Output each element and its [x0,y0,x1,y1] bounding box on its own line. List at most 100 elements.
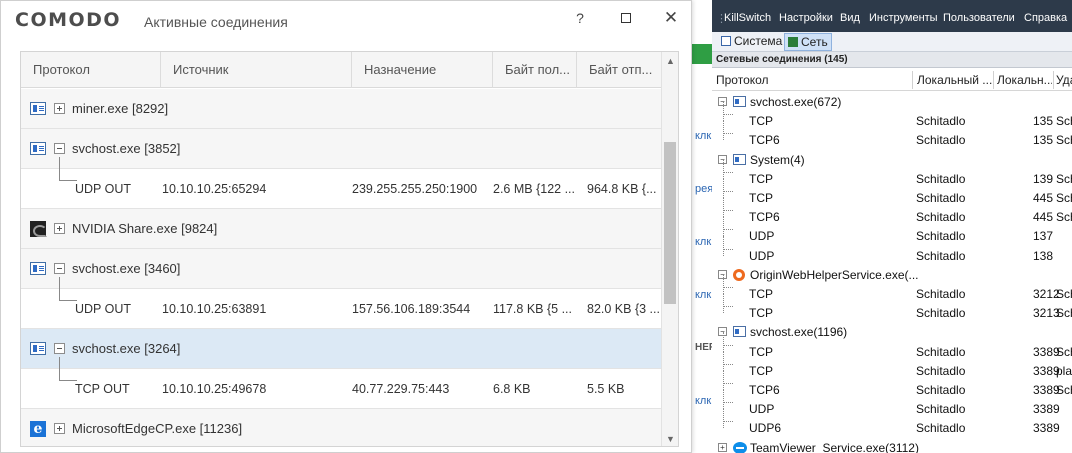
tree-item-row[interactable]: UDP Schitadlo 138 [712,235,1072,265]
col-destination[interactable]: Назначение [364,62,489,77]
expand-icon[interactable] [54,223,65,234]
tab-system[interactable]: Система [718,33,785,51]
tree-item-row[interactable]: TCPSchitadlo3213Sch [712,293,1072,322]
tree-item-row[interactable]: TCP Schitadlo 139Sch [712,158,1072,188]
tree-group-row[interactable]: − System(4) [712,150,1072,169]
collapse-icon[interactable] [54,143,65,154]
tree-line [723,389,724,410]
tree-item-row[interactable]: TCP Schitadlo 445Sch [712,178,1072,207]
col-divider[interactable] [1053,71,1054,89]
col-divider[interactable] [993,71,994,89]
tree-item-row[interactable]: TCP6 Schitadlo 445Sch [712,197,1072,226]
tree-item-row[interactable]: TCPSchitadlo3212Sch [712,274,1072,303]
tree-item-row[interactable]: UDP6 Schitadlo 3389 [712,408,1072,437]
col-source[interactable]: Источник [173,62,353,77]
close-button[interactable]: ✕ [658,7,684,29]
tree-item-row[interactable]: TCPSchitadlo3389Sch [712,331,1072,361]
menu-users[interactable]: Пользователи [943,12,1015,24]
expand-icon[interactable] [54,423,65,434]
tree-item-row[interactable]: TCP6 Schitadlo 135Sch [712,120,1072,149]
col-bytes-sent[interactable]: Байт отп... [589,62,659,77]
col-local-port[interactable]: Локальн... [997,73,1052,87]
protocol-cell: TCP [749,191,773,205]
tree-group-row[interactable]: − svchost.exe(1196) [712,322,1072,341]
col-local-host[interactable]: Локальный ... [917,73,992,87]
strip-link[interactable]: клк [695,236,713,248]
strip-link[interactable]: клк [695,289,713,301]
local-host-cell: Schitadlo [916,210,966,225]
local-host-cell: Schitadlo [916,421,966,436]
tree-line [723,344,733,346]
collapse-icon[interactable] [54,263,65,274]
source-cell: 10.10.10.25:65294 [162,182,267,196]
maximize-icon [621,13,631,23]
scroll-thumb[interactable] [664,142,676,304]
col-remote[interactable]: Уда [1056,73,1072,87]
col-divider[interactable] [351,52,352,88]
source-cell: 10.10.10.25:49678 [162,382,267,396]
tree-item-row[interactable]: UDP Schitadlo 137 [712,216,1072,245]
tree-line [723,114,733,116]
menu-settings[interactable]: Настройки [779,12,833,24]
tree-line [723,158,724,179]
tab-network[interactable]: Сеть [784,33,832,51]
tree-group-row[interactable]: − OriginWebHelperService.exe(... [712,265,1072,284]
strip-link[interactable]: рея [695,183,713,195]
col-divider[interactable] [576,52,577,88]
remote-cell: pla [1056,363,1072,378]
menu-tools[interactable]: Инструменты [869,12,938,24]
scroll-down-icon[interactable]: ▼ [662,432,678,446]
scroll-up-icon[interactable]: ▲ [662,54,678,68]
strip-link[interactable]: клк [695,130,713,142]
tree-item-row[interactable]: TCP Schitadlo 3389 pla [712,350,1072,380]
process-row[interactable]: miner.exe [8292] [21,89,661,129]
col-protocol[interactable]: Протокол [33,62,163,77]
col-divider[interactable] [160,52,161,88]
window-icon [30,262,46,275]
local-host-cell: Schitadlo [916,287,966,301]
connection-row[interactable]: UDP OUT 10.10.10.25:65294 239.255.255.250:… [21,157,661,209]
tree-item-row[interactable]: TCP Schitadlo 135Sch [712,101,1072,130]
remote-cell: Sch [1056,114,1072,129]
col-bytes-received[interactable]: Байт пол... [505,62,577,77]
col-divider[interactable] [492,52,493,88]
section-title: Сетевые соединения (145) [712,52,1072,68]
process-row[interactable]: svchost.exe [3264] [21,329,661,369]
tree-group-row[interactable]: − svchost.exe(672) [712,92,1072,111]
tree-item-row[interactable]: UDP Schitadlo 3389 [712,389,1072,418]
title-bar: COMODO Активные соединения ? ✕ [1,1,691,41]
window-icon [30,142,46,155]
process-row[interactable]: NVIDIA Share.exe [9824] [21,209,661,249]
strip-label: НЕР [695,342,713,353]
process-name: MicrosoftEdgeCP.exe [11236] [72,421,243,436]
col-protocol[interactable]: Протокол [716,73,911,87]
connection-row[interactable]: TCP OUT 10.10.10.25:49678 40.77.229.75:443… [21,357,661,409]
group-name: svchost.exe(1196) [750,325,848,340]
menu-killswitch[interactable]: KillSwitch [724,12,771,24]
group-name: System(4) [750,152,805,167]
tree-line [723,331,724,352]
teamviewer-icon [733,441,747,453]
tree-item-row[interactable]: TCP6Schitadlo3389Sch [712,370,1072,399]
connection-row[interactable]: UDP OUT 10.10.10.25:63891 157.56.106.189:3… [21,277,661,329]
collapse-icon[interactable] [54,343,65,354]
vertical-scrollbar[interactable]: ▲ ▼ [661,52,678,446]
process-row[interactable]: e MicrosoftEdgeCP.exe [11236] [21,409,661,446]
desktop: клк рея клк клк НЕР клк ⋮ KillSwitch Нас… [0,0,1072,453]
help-button[interactable]: ? [567,7,593,29]
maximize-button[interactable] [613,7,639,29]
menu-help[interactable]: Справка [1024,12,1067,24]
remote-cell: Sch [1056,383,1072,397]
strip-link[interactable]: клк [695,395,713,407]
process-row[interactable]: svchost.exe [3460] [21,249,661,289]
tree-group-row[interactable]: + TeamViewer_Service.exe(3112) [712,438,1072,453]
expand-icon[interactable]: + [718,442,727,452]
process-name: svchost.exe [3852] [72,141,181,156]
edge-icon: e [30,421,46,437]
col-divider[interactable] [912,71,913,89]
process-row[interactable]: svchost.exe [3852] [21,129,661,169]
destination-cell: 40.77.229.75:443 [352,382,450,396]
expand-icon[interactable] [54,103,65,114]
remote-cell: Sch [1056,133,1072,148]
menu-view[interactable]: Вид [840,12,860,24]
